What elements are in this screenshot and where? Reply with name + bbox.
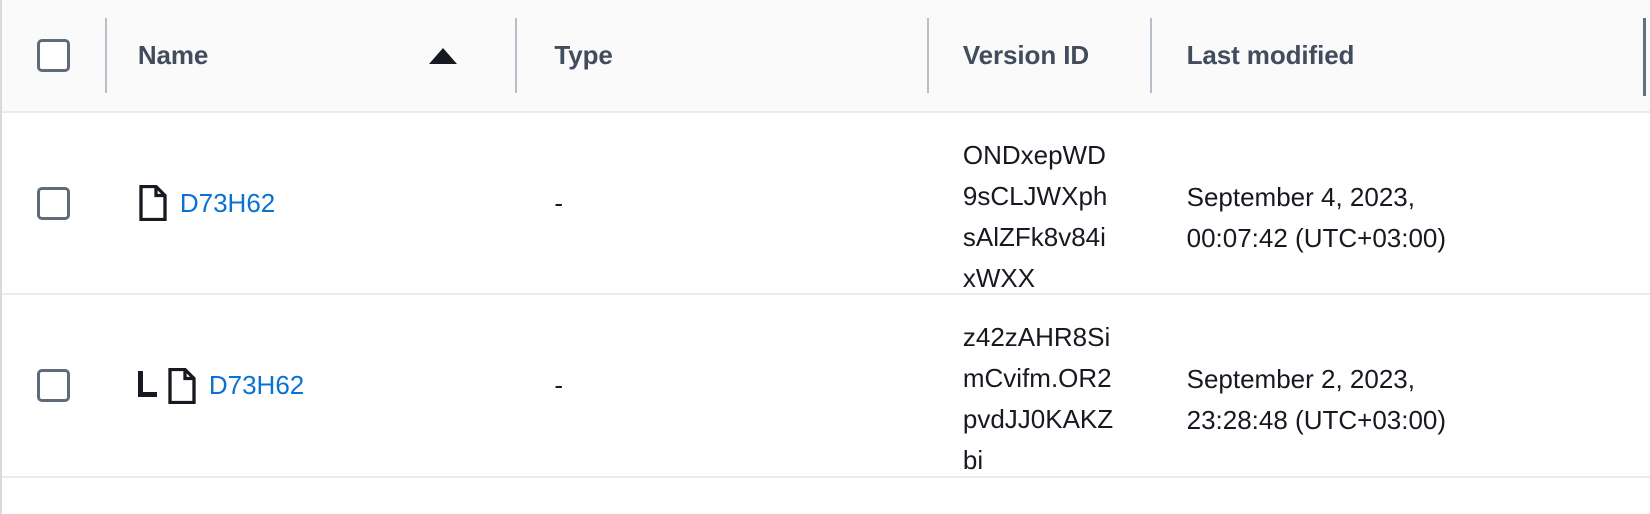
column-header-label-name: Name	[137, 40, 209, 70]
last-modified-value: September 4, 2023, 00:07:42 (UTC+03:00)	[1186, 182, 1447, 253]
row-select-cell	[2, 295, 105, 476]
select-all-checkbox[interactable]	[36, 39, 70, 72]
object-name-link[interactable]: D73H62	[180, 183, 275, 224]
column-header-label-version-id: Version ID	[962, 40, 1090, 70]
row-checkbox[interactable]	[36, 369, 70, 402]
table-header-type[interactable]: Type	[515, 0, 927, 111]
row-name-cell: D73H62	[105, 113, 516, 293]
table-row[interactable]: D73H62 - ONDxepWD9sCLJWXphsAlZFk8v84ixWX…	[2, 113, 1650, 295]
table-header-row: Name Type Version ID Last modified	[2, 0, 1650, 113]
version-id-value: z42zAHR8SimCvifm.OR2pvdJJ0KAKZbi	[962, 322, 1114, 475]
column-header-label-last-modified: Last modified	[1186, 40, 1355, 70]
table-header-select-all-cell	[2, 0, 105, 111]
object-name-link[interactable]: D73H62	[209, 365, 304, 406]
row-version-id-cell: ONDxepWD9sCLJWXphsAlZFk8v84ixWXX	[927, 113, 1150, 293]
row-end-spacer	[1645, 295, 1650, 476]
versions-table: Name Type Version ID Last modified D73H6…	[0, 0, 1650, 514]
sort-ascending-arrow-icon[interactable]	[429, 47, 458, 64]
row-type-cell: -	[554, 187, 564, 218]
row-version-id-cell: z42zAHR8SimCvifm.OR2pvdJJ0KAKZbi	[927, 295, 1150, 476]
table-header-version-id[interactable]: Version ID	[926, 0, 1150, 111]
file-icon	[168, 367, 196, 404]
row-end-spacer	[1645, 113, 1650, 293]
row-name-cell: D73H62	[105, 295, 516, 476]
table-row[interactable]: D73H62 - z42zAHR8SimCvifm.OR2pvdJJ0KAKZb…	[2, 295, 1650, 478]
row-type-cell: -	[554, 370, 564, 400]
horizontal-scrollbar-thumb[interactable]	[1643, 18, 1646, 96]
row-checkbox[interactable]	[36, 186, 70, 220]
tree-elbow-icon	[137, 370, 160, 401]
row-last-modified-cell: September 4, 2023, 00:07:42 (UTC+03:00)	[1150, 113, 1645, 293]
table-header-last-modified[interactable]: Last modified	[1149, 0, 1645, 111]
table-header-name[interactable]: Name	[104, 0, 516, 111]
last-modified-value: September 2, 2023, 23:28:48 (UTC+03:00)	[1186, 364, 1447, 435]
version-id-value: ONDxepWD9sCLJWXphsAlZFk8v84ixWXX	[962, 140, 1108, 293]
column-header-label-type: Type	[554, 40, 613, 70]
row-select-cell	[2, 113, 105, 293]
file-icon	[139, 185, 167, 221]
row-last-modified-cell: September 2, 2023, 23:28:48 (UTC+03:00)	[1150, 295, 1645, 476]
